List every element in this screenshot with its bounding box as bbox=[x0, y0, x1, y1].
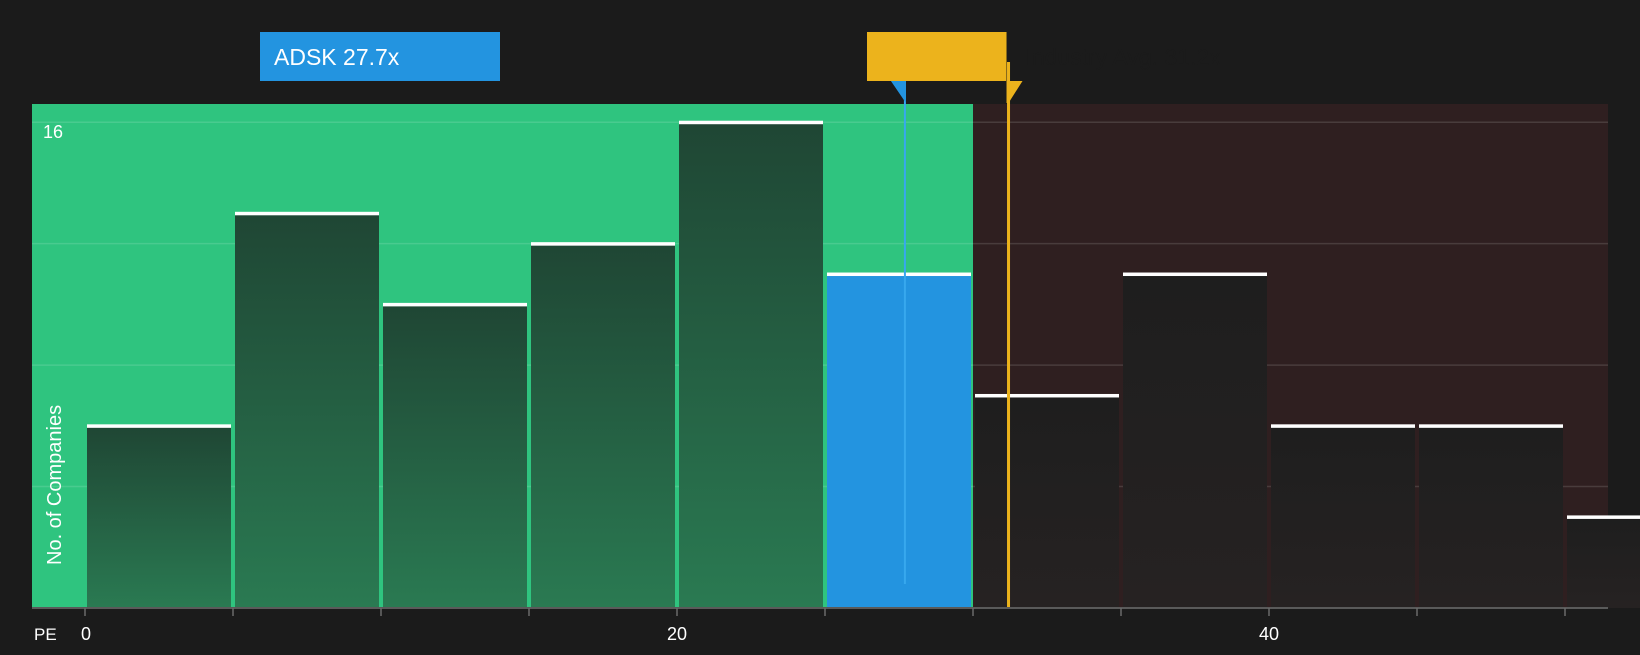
histogram-bar bbox=[531, 243, 675, 608]
y-axis-label: No. of Companies bbox=[44, 405, 66, 565]
histogram-bar bbox=[1123, 274, 1267, 608]
histogram-bar bbox=[87, 425, 231, 608]
histogram-bar bbox=[235, 213, 379, 608]
histogram-bar-cap bbox=[1419, 424, 1563, 428]
histogram-bar-company bbox=[827, 274, 971, 608]
x-tick-label: 20 bbox=[667, 624, 687, 644]
histogram-bar bbox=[1271, 425, 1415, 608]
histogram-bar-cap bbox=[827, 272, 971, 277]
histogram-bar bbox=[1567, 516, 1640, 608]
industry-label-text: Industry Avg. 31.2x bbox=[1026, 44, 1222, 70]
histogram-bar-cap bbox=[235, 211, 379, 216]
histogram-bar-cap bbox=[383, 302, 527, 307]
x-axis: 020406080100+ bbox=[32, 607, 1608, 644]
y-tick-label: 16 bbox=[43, 122, 63, 142]
x-axis-name: PE bbox=[34, 625, 57, 644]
histogram-bar-cap bbox=[531, 242, 675, 246]
x-tick-label: 40 bbox=[1259, 624, 1279, 644]
histogram-bar bbox=[975, 395, 1119, 608]
histogram-bar-cap bbox=[87, 424, 231, 428]
x-tick-label: 0 bbox=[81, 624, 91, 644]
histogram-bar bbox=[383, 304, 527, 608]
chart-svg: ADSK 27.7xIndustry Avg. 31.2x 0204060801… bbox=[32, 32, 1640, 644]
company-label-text: ADSK 27.7x bbox=[274, 44, 400, 70]
histogram-bar-cap bbox=[1271, 424, 1415, 428]
histogram-bar bbox=[1419, 425, 1563, 608]
histogram-bar-cap bbox=[1123, 272, 1267, 277]
histogram-bar bbox=[679, 122, 823, 609]
histogram-bar-cap bbox=[975, 393, 1119, 398]
industry-label-box bbox=[867, 32, 1023, 103]
pe-distribution-chart: ADSK 27.7xIndustry Avg. 31.2x 0204060801… bbox=[0, 0, 1640, 650]
histogram-bar-cap bbox=[1567, 515, 1640, 519]
histogram-bar-cap bbox=[679, 120, 823, 125]
